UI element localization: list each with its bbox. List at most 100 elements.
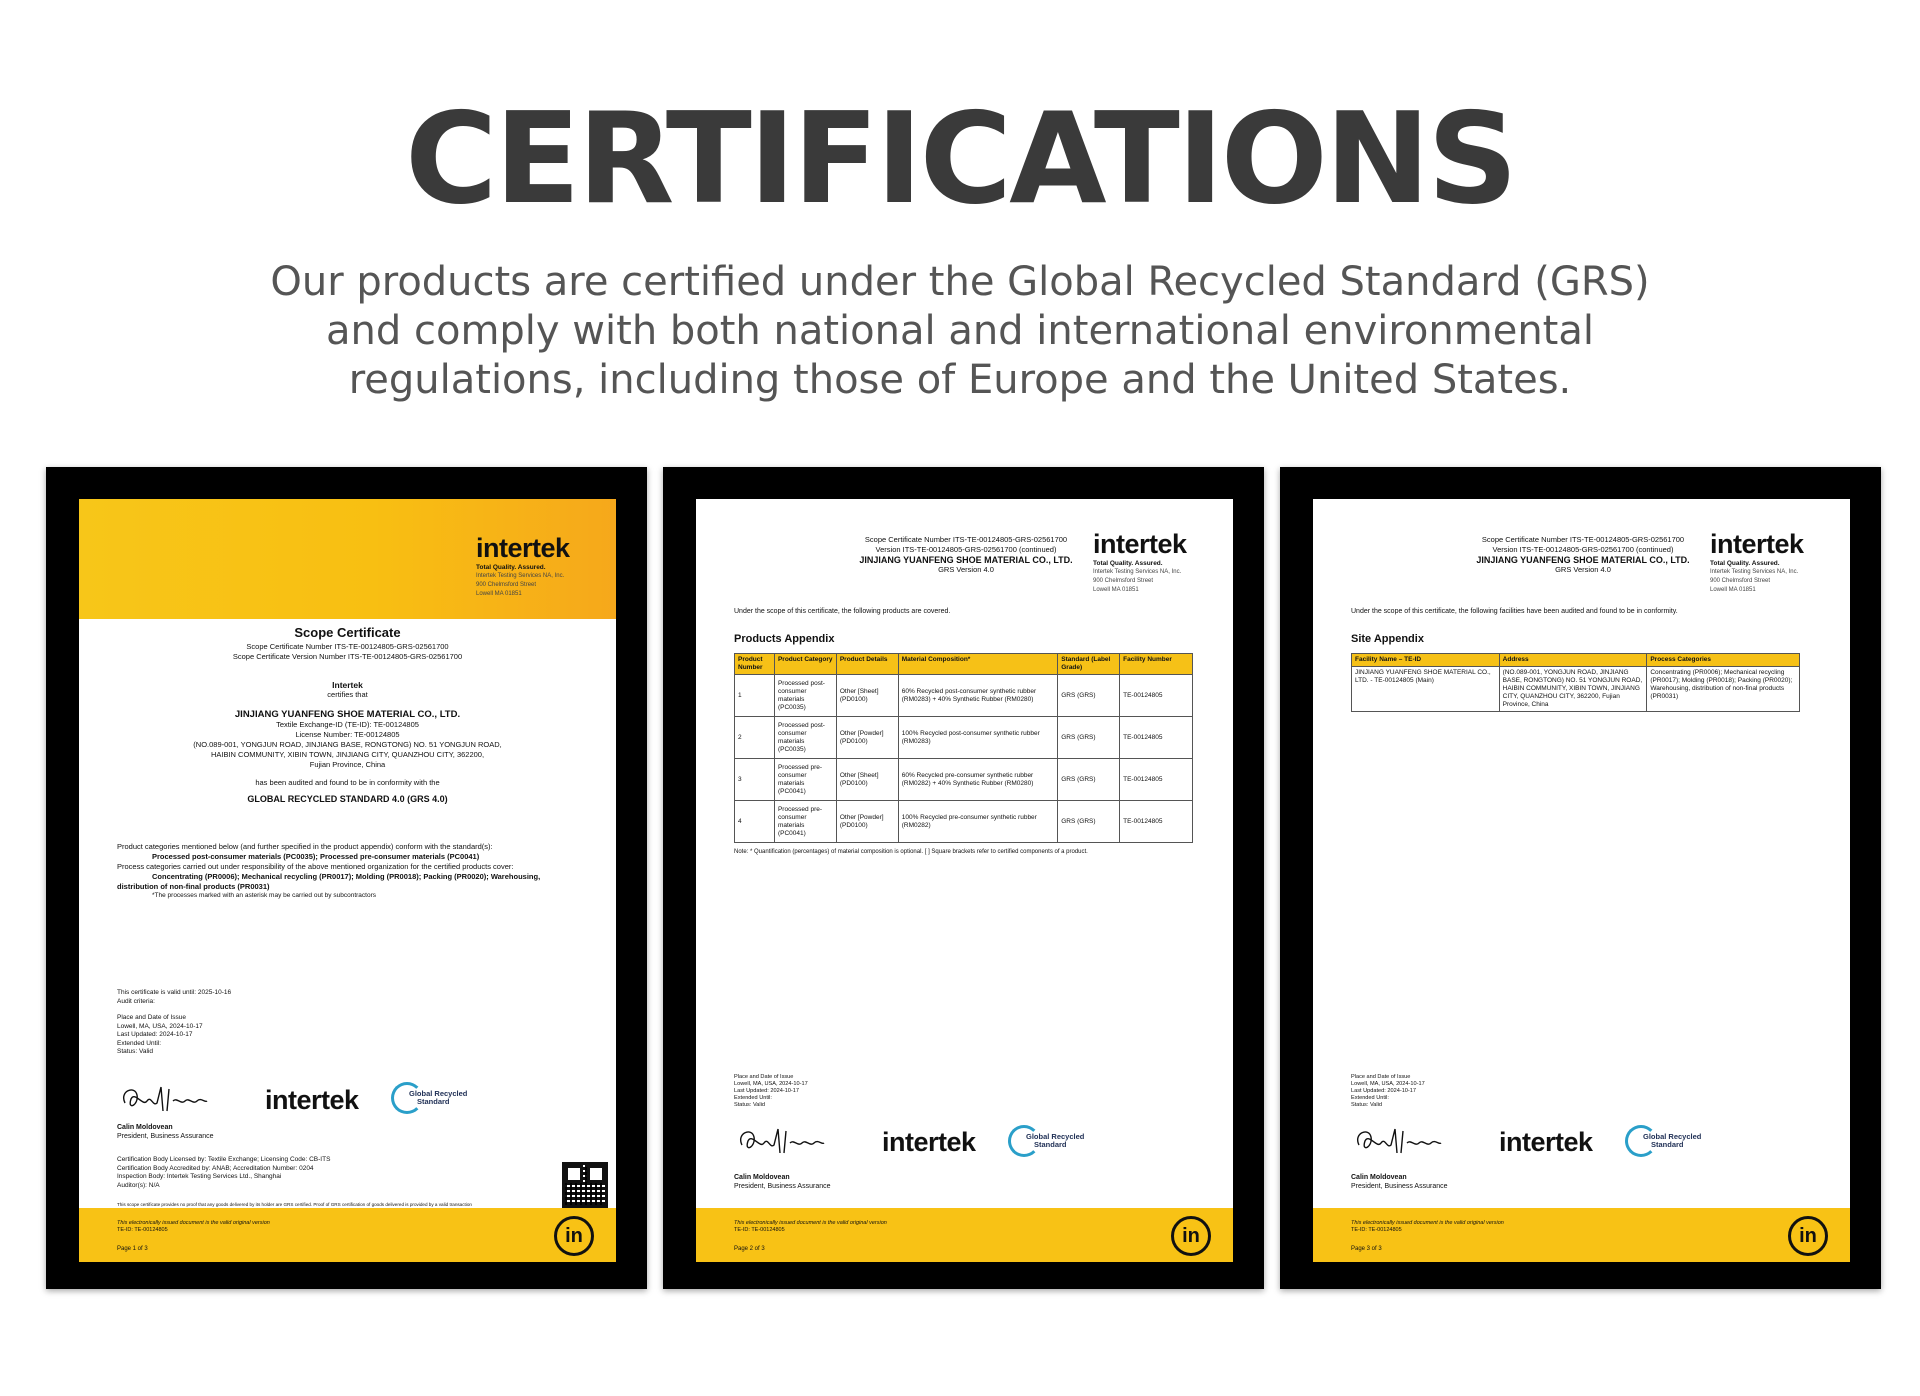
footer-band [696, 1208, 1233, 1262]
signer-name: Calin Moldovean [734, 1174, 790, 1181]
signer-title: President, Business Assurance [1351, 1183, 1448, 1190]
table-cell: 4 [734, 800, 775, 843]
signature-image [740, 1128, 825, 1154]
intertek-brand: intertek Total Quality. Assured. Interte… [476, 535, 570, 598]
column-header: Facility Name – TE-ID [1351, 653, 1500, 667]
table-cell: 3 [734, 758, 775, 801]
header-scope-number: Scope Certificate Number ITS-TE-00124805… [1481, 535, 1685, 544]
table-cell: Other [Sheet] (PD0100) [835, 674, 899, 717]
last-updated: Last Updated: 2024-10-17 [1351, 1088, 1416, 1094]
signer-block: Calin Moldovean President, Business Assu… [1351, 1173, 1448, 1191]
standard-name: GLOBAL RECYCLED STANDARD 4.0 (GRS 4.0) [247, 794, 448, 804]
signer-name: Calin Moldovean [117, 1124, 173, 1131]
status: Status: Valid [1351, 1102, 1382, 1108]
certifies-that: certifies that [327, 690, 368, 699]
accreditation-line: Auditor(s): N/A [117, 1181, 160, 1189]
accreditation-line: Certification Body Accredited by: ANAB; … [117, 1164, 314, 1172]
status: Status: Valid [117, 1048, 154, 1055]
header-version: Version ITS-TE-00124805-GRS-02561700 (co… [1492, 545, 1674, 554]
table-cell: TE-00124805 [1119, 800, 1193, 843]
table-row: 4 Processed pre-consumer materials (PC004… [734, 800, 1193, 843]
table-cell: Processed post-consumer materials (PC003… [773, 674, 837, 717]
certificate-title: Scope Certificate [294, 625, 401, 640]
page-title: CERTIFICATIONS [404, 85, 1518, 232]
recycle-icon [1625, 1125, 1657, 1157]
intertek-logo: intertek [1499, 1127, 1593, 1157]
status: Status: Valid [734, 1102, 765, 1108]
grs-logo: Global Recycled Standard [391, 1082, 467, 1114]
validity-block: Place and Date of Issue Lowell, MA, USA,… [734, 1074, 808, 1109]
recycle-icon [1008, 1125, 1040, 1157]
products-intro: Under the scope of this certificate, the… [734, 608, 951, 615]
header-company: JINJIANG YUANFENG SHOE MATERIAL CO., LTD… [859, 555, 1073, 565]
continued-header: Scope Certificate Number ITS-TE-00124805… [1463, 535, 1703, 575]
brand-tagline: Total Quality. Assured. [476, 564, 546, 571]
product-intro: Product categories mentioned below (and … [117, 842, 493, 851]
brand-address-line: Lowell MA 01851 [1093, 587, 1139, 593]
company-address: (NO.089-001, YONGJUN ROAD, JINJIANG BASE… [193, 740, 502, 749]
recycle-icon [391, 1082, 423, 1114]
validity-block: Place and Date of Issue Lowell, MA, USA,… [1351, 1074, 1425, 1109]
last-updated: Last Updated: 2024-10-17 [734, 1088, 799, 1094]
site-table: Facility Name – TE-ID Address Process Ca… [1351, 653, 1800, 712]
table-cell: 2 [734, 716, 775, 759]
audited-statement: has been audited and found to be in conf… [255, 778, 440, 787]
intertek-logo: intertek [476, 533, 570, 563]
footer-te-id: TE-ID: TE-00124805 [734, 1227, 785, 1233]
certificate-page-2: Scope Certificate Number ITS-TE-00124805… [696, 499, 1233, 1262]
last-updated: Last Updated: 2024-10-17 [117, 1031, 193, 1038]
brand-address-line: Intertek Testing Services NA, Inc. [476, 573, 565, 579]
product-categories: Processed post-consumer materials (PC003… [152, 852, 480, 861]
audit-criteria: Audit criteria: [117, 997, 155, 1005]
table-cell: 100% Recycled post-consumer synthetic ru… [897, 716, 1059, 759]
column-header: Standard (Label Grade) [1057, 653, 1121, 675]
footer-band [79, 1208, 616, 1262]
signer-title: President, Business Assurance [117, 1133, 214, 1140]
table-cell: 60% Recycled post-consumer synthetic rub… [897, 674, 1059, 717]
process-categories-cont: distribution of non-final products (PR00… [117, 882, 270, 891]
certificate-page-1: intertek Total Quality. Assured. Interte… [79, 499, 616, 1262]
company-name: JINJIANG YUANFENG SHOE MATERIAL CO., LTD… [234, 709, 461, 720]
place-date-label: Place and Date of Issue [734, 1074, 794, 1080]
table-cell: Other [Powder] (PD0100) [835, 716, 899, 759]
brand-address-line: 900 Chelmsford Street [476, 582, 537, 588]
certified-entity: Intertek certifies that JINJIANG YUANFEN… [79, 680, 616, 804]
footer-te-id: TE-ID: TE-00124805 [117, 1227, 168, 1233]
footer-te-id: TE-ID: TE-00124805 [1351, 1227, 1402, 1233]
continued-header: Scope Certificate Number ITS-TE-00124805… [846, 535, 1086, 575]
brand-tagline: Total Quality. Assured. [1710, 560, 1780, 567]
certificate-frame-2: Scope Certificate Number ITS-TE-00124805… [663, 467, 1264, 1289]
electronic-note: This electronically issued document is t… [734, 1220, 887, 1226]
table-cell: TE-00124805 [1119, 674, 1193, 717]
certificate-heading: Scope Certificate Scope Certificate Numb… [79, 625, 616, 662]
place-date: Lowell, MA, USA, 2024-10-17 [1351, 1081, 1425, 1087]
table-cell: JINJIANG YUANFENG SHOE MATERIAL CO., LTD… [1351, 666, 1500, 712]
grs-logo: Global Recycled Standard [1625, 1125, 1701, 1157]
place-date-label: Place and Date of Issue [117, 1014, 187, 1021]
qr-code[interactable] [562, 1162, 608, 1208]
intertek-logo: intertek [882, 1127, 976, 1157]
company-address: HAIBIN COMMUNITY, XIBIN TOWN, JINJIANG C… [210, 750, 485, 759]
table-row: JINJIANG YUANFENG SHOE MATERIAL CO., LTD… [1351, 666, 1800, 712]
table-row: 3 Processed pre-consumer materials (PC004… [734, 758, 1193, 801]
issuer: Intertek [332, 680, 363, 690]
certificate-frame-3: Scope Certificate Number ITS-TE-00124805… [1280, 467, 1881, 1289]
products-appendix-title: Products Appendix [734, 633, 835, 645]
certificate-frame-1: intertek Total Quality. Assured. Interte… [46, 467, 647, 1289]
company-address: Fujian Province, China [309, 760, 386, 769]
place-date: Lowell, MA, USA, 2024-10-17 [117, 1022, 203, 1030]
table-row: 1 Processed post-consumer materials (PC00… [734, 674, 1193, 717]
intertek-brand: intertek Total Quality. Assured. Interte… [1093, 531, 1187, 594]
header-grs-version: GRS Version 4.0 [1555, 565, 1611, 574]
te-id: Textile Exchange-ID (TE-ID): TE-00124805 [276, 720, 419, 729]
accreditation-line: Inspection Body: Intertek Testing Servic… [117, 1173, 282, 1180]
accreditation-block: Certification Body Licensed by: Textile … [117, 1156, 330, 1190]
signature-image [1357, 1128, 1442, 1154]
table-cell: Processed pre-consumer materials (PC0041… [773, 800, 837, 843]
electronic-note: This electronically issued document is t… [1351, 1220, 1504, 1226]
table-cell: Processed pre-consumer materials (PC0041… [773, 758, 837, 801]
table-cell: Processed post-consumer materials (PC003… [773, 716, 837, 759]
brand-tagline: Total Quality. Assured. [1093, 560, 1163, 567]
accreditation-line: Certification Body Licensed by: Textile … [117, 1156, 331, 1163]
version-number: Scope Certificate Version Number ITS-TE-… [232, 652, 463, 661]
